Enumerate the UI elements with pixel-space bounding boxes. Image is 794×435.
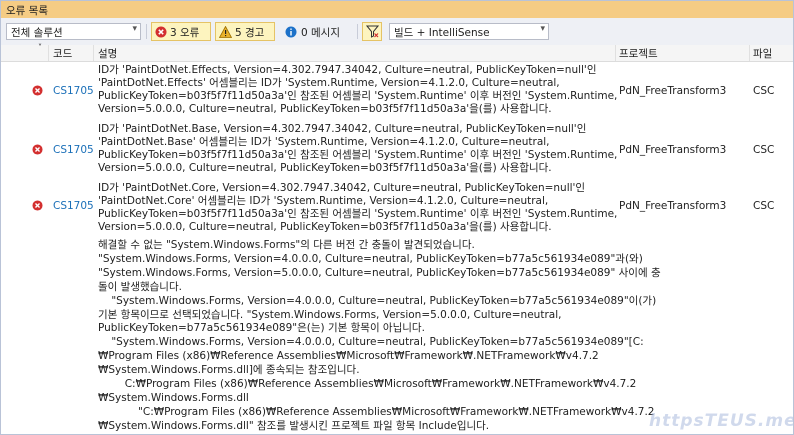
error-project: PdN_FreeTransform3 xyxy=(619,200,727,212)
build-source-value: 빌드 + IntelliSense xyxy=(394,27,490,39)
error-icon xyxy=(32,144,43,155)
chevron-down-icon: ▾ xyxy=(540,24,545,34)
error-code-link[interactable]: CS1705 xyxy=(53,200,94,212)
toolbar-separator xyxy=(357,24,358,39)
column-header-row: ˅ 코드 설명 프로젝트 파일 xyxy=(1,43,793,62)
table-row[interactable]: CS1705 ID가 'PaintDotNet.Core, Version=4.… xyxy=(1,182,793,238)
messages-filter-button[interactable]: 0 메시지 xyxy=(280,22,352,41)
errors-count-label: 3 오류 xyxy=(170,27,200,39)
warnings-filter-button[interactable]: 5 경고 xyxy=(215,22,275,41)
error-icon xyxy=(32,85,43,96)
title-bar: 오류 목록 xyxy=(1,1,793,18)
error-file: CSC xyxy=(753,200,775,212)
table-row[interactable]: CS1705 ID가 'PaintDotNet.Base, Version=4.… xyxy=(1,123,793,179)
error-list-window: 오류 목록 전체 솔루션 ▾ 3 오류 5 경고 0 메시지 빌드 + Inte… xyxy=(0,0,794,435)
warning-icon xyxy=(219,26,232,38)
error-icon xyxy=(155,26,167,38)
build-source-dropdown[interactable]: 빌드 + IntelliSense ▾ xyxy=(389,23,549,40)
warnings-count-label: 5 경고 xyxy=(235,27,265,39)
scope-value: 전체 솔루션 xyxy=(11,27,63,39)
errors-filter-button[interactable]: 3 오류 xyxy=(151,22,211,41)
error-description: ID가 'PaintDotNet.Core, Version=4.302.794… xyxy=(98,182,618,233)
error-file: CSC xyxy=(753,144,775,156)
error-file: CSC xyxy=(753,85,775,97)
error-description: ID가 'PaintDotNet.Effects, Version=4.302.… xyxy=(98,64,618,115)
filter-button[interactable] xyxy=(362,22,382,41)
scope-dropdown[interactable]: 전체 솔루션 ▾ xyxy=(6,23,141,40)
table-row[interactable]: 해결할 수 없는 "System.Windows.Forms"의 다른 버전 간… xyxy=(1,239,793,434)
column-header-code[interactable]: 코드 xyxy=(53,46,72,61)
error-code-link[interactable]: CS1705 xyxy=(53,85,94,97)
column-header-description[interactable]: 설명 xyxy=(98,46,117,61)
error-project: PdN_FreeTransform3 xyxy=(619,85,727,97)
error-code-link[interactable]: CS1705 xyxy=(53,144,94,156)
toolbar: 전체 솔루션 ▾ 3 오류 5 경고 0 메시지 빌드 + IntelliSen… xyxy=(1,18,793,46)
column-divider xyxy=(749,45,750,61)
sort-indicator-icon: ˅ xyxy=(38,43,42,52)
warning-description: 해결할 수 없는 "System.Windows.Forms"의 다른 버전 간… xyxy=(98,239,661,434)
error-icon xyxy=(32,200,43,211)
toolbar-separator xyxy=(146,24,147,39)
filter-icon xyxy=(366,25,379,38)
watermark-text: httpsTEUS.me xyxy=(649,411,794,431)
window-title: 오류 목록 xyxy=(6,5,48,17)
column-divider xyxy=(48,45,49,61)
column-header-project[interactable]: 프로젝트 xyxy=(619,46,658,61)
error-description: ID가 'PaintDotNet.Base, Version=4.302.794… xyxy=(98,123,618,174)
messages-count-label: 0 메시지 xyxy=(301,27,340,39)
column-header-file[interactable]: 파일 xyxy=(753,46,772,61)
column-divider xyxy=(615,45,616,61)
chevron-down-icon: ▾ xyxy=(132,24,137,34)
column-divider xyxy=(93,45,94,61)
info-icon xyxy=(285,26,297,38)
error-project: PdN_FreeTransform3 xyxy=(619,144,727,156)
table-row[interactable]: CS1705 ID가 'PaintDotNet.Effects, Version… xyxy=(1,64,793,120)
